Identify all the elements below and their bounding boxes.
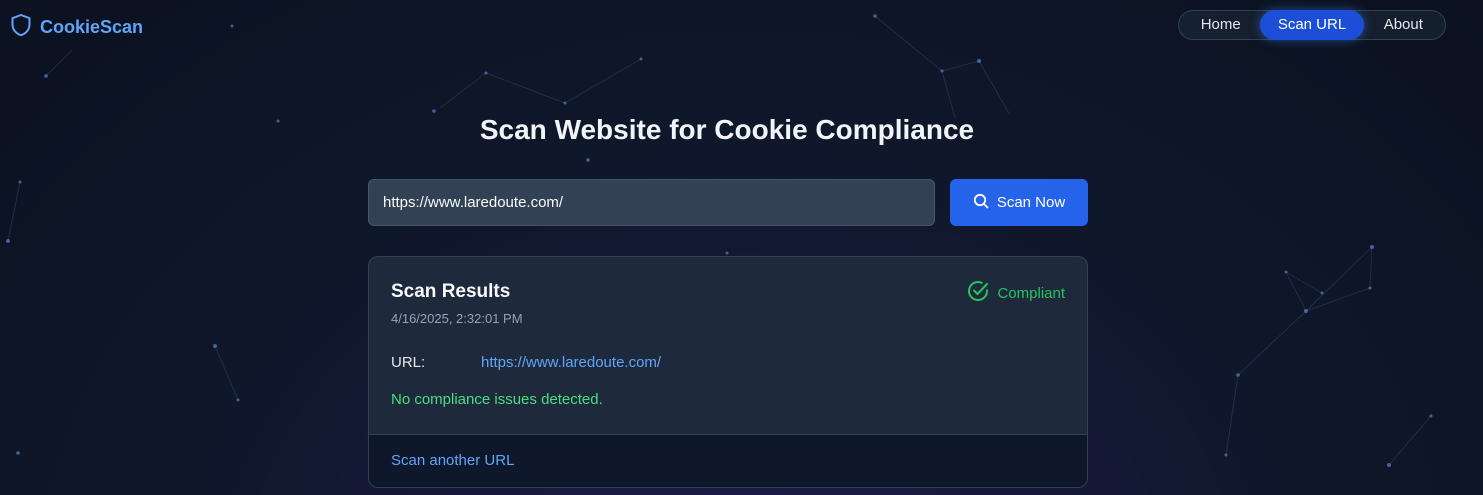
status-label: Compliant [997,284,1065,302]
brand-name: CookieScan [40,17,144,37]
url-input[interactable] [368,179,935,226]
shield-icon [10,13,32,42]
results-title: Scan Results [391,281,511,302]
search-icon [973,193,989,213]
brand-logo[interactable]: CookieScan [10,13,143,42]
nav-item-scan-url[interactable]: Scan URL [1260,10,1364,40]
results-timestamp: 4/16/2025, 2:32:01 PM [391,311,523,326]
scanned-url-link[interactable]: https://www.laredoute.com/ [481,354,661,371]
nav-item-home[interactable]: Home [1181,10,1260,40]
check-circle-icon [967,280,989,306]
status-badge: Compliant [967,280,1065,306]
scan-now-button[interactable]: Scan Now [950,179,1088,226]
scan-another-url-link[interactable]: Scan another URL [391,452,514,469]
compliance-message: No compliance issues detected. [391,391,603,408]
scan-results-card: Scan Results 4/16/2025, 2:32:01 PM Compl… [368,256,1088,488]
main-nav: Home Scan URL About [1178,10,1446,40]
scan-now-label: Scan Now [996,194,1066,211]
url-label: URL: [391,354,426,371]
card-footer: Scan another URL [369,434,1087,487]
page-title: Scan Website for Cookie Compliance [479,114,975,145]
nav-item-about[interactable]: About [1364,10,1443,40]
scanned-url-row: URL: https://www.laredoute.com/ [391,354,661,371]
